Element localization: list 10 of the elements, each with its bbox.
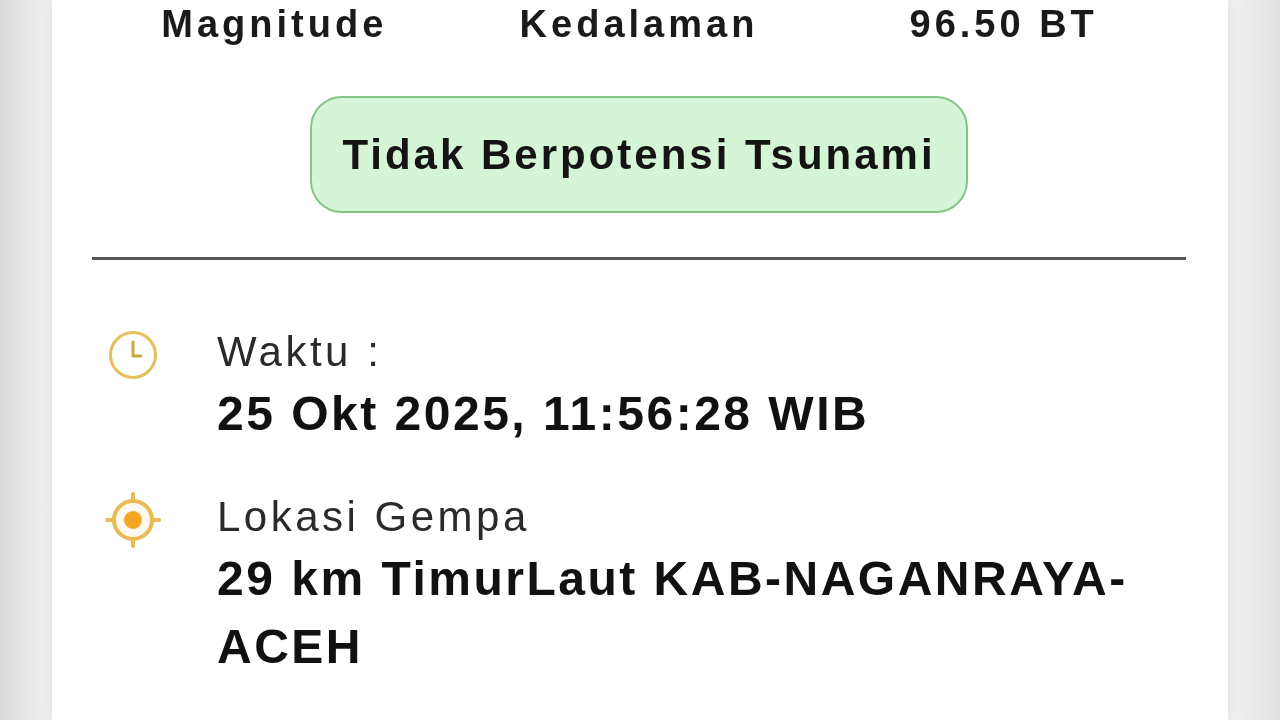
detail-value: 25 Okt 2025, 11:56:28 WIB [217, 386, 871, 442]
clock-icon [108, 330, 158, 380]
summary-label: 96.50 BT [909, 2, 1098, 46]
summary-label: Magnitude [161, 2, 388, 46]
target-icon [105, 492, 161, 548]
detail-value: 29 km TimurLaut KAB-NAGANRAYA-ACEH [217, 551, 1129, 675]
detail-label: Waktu : [217, 327, 384, 377]
tsunami-status-badge: Tidak Berpotensi Tsunami [310, 96, 968, 213]
detail-label: Lokasi Gempa [217, 492, 531, 542]
summary-label: Kedalaman [519, 2, 759, 46]
